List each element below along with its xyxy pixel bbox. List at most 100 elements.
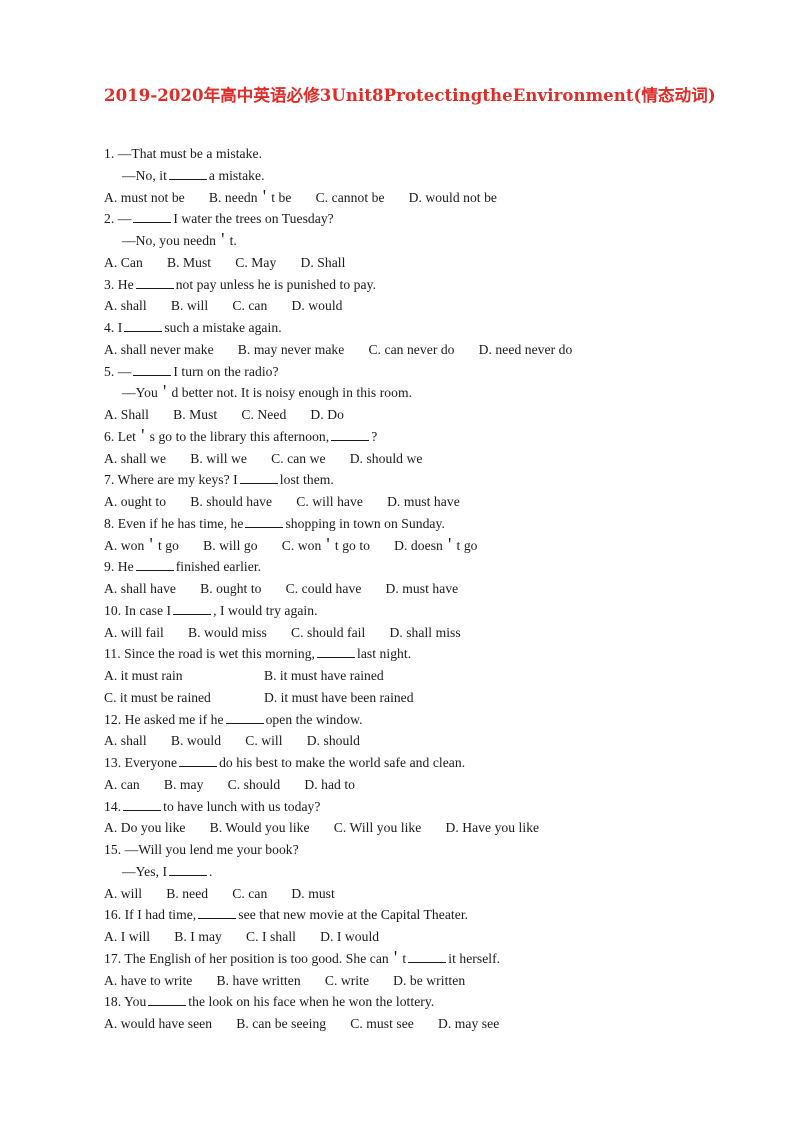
question-options[interactable]: A. won＇t go B. will go C. won＇t go to D.… [104,535,764,557]
stem-text-before-blank: 2. — [104,211,132,227]
question-options: A. it must rain B. it must have rained C… [104,665,764,709]
option-a[interactable]: A. it must rain [104,665,264,687]
question-options[interactable]: A. shall we B. will we C. can we D. shou… [104,448,764,470]
question-item: 14. to have lunch with us today? A. Do yo… [104,796,764,840]
question-stem: 6. Let＇s go to the library this afternoo… [104,426,764,448]
stem-text-before-blank: 8. Even if he has time, he [104,515,244,531]
stem-text-before-blank: —Yes, I [122,863,168,879]
stem-text-after-blank: lost them. [279,472,334,488]
stem-text-before-blank: 18. You [104,994,147,1010]
question-options[interactable]: A. Do you like B. Would you like C. Will… [104,817,764,839]
stem-text-after-blank: the look on his face when he won the lot… [188,994,435,1010]
answer-blank[interactable] [331,427,370,441]
answer-blank[interactable] [168,166,207,180]
question-item: 18. You the look on his face when he won … [104,991,764,1035]
question-options[interactable]: A. must not be B. needn＇t be C. cannot b… [104,187,764,209]
question-stem: 3. He not pay unless he is punished to pa… [104,274,764,296]
stem-text-before-blank: 14. [104,798,122,814]
question-options[interactable]: A. shall B. would C. will D. should [104,730,764,752]
question-stem: 1. —That must be a mistake. [104,146,263,161]
question-options[interactable]: A. shall B. will C. can D. would [104,295,764,317]
stem-text-after-blank: such a mistake again. [164,320,282,335]
stem-text-after-blank: finished earlier. [175,559,262,575]
question-list: 1. —That must be a mistake. —No, it a mis… [104,143,764,1035]
question-options[interactable]: A. will B. need C. can D. must [104,883,764,905]
question-options[interactable]: A. I will B. I may C. I shall D. I would [104,926,764,948]
stem-text-before-blank: 17. The English of her position is too g… [104,950,407,966]
option-d[interactable]: D. it must have been rained [264,687,414,709]
stem-text-before-blank: 9. He [104,559,134,575]
question-options[interactable]: A. shall never make B. may never make C.… [104,339,764,361]
document-page: 2019-2020年高中英语必修3Unit8ProtectingtheEnvir… [0,0,800,1132]
stem-text-after-blank: last night. [357,646,412,662]
stem-text-before-blank: 10. In case I [104,602,172,618]
stem-text-after-blank: see that new movie at the Capital Theate… [238,907,469,923]
stem-text-after-blank: I water the trees on Tuesday? [173,211,334,227]
question-item: 17. The English of her position is too g… [104,948,764,992]
question-options[interactable]: A. will fail B. would miss C. should fai… [104,622,764,644]
question-options[interactable]: A. Can B. Must C. May D. Shall [104,252,764,274]
answer-blank[interactable] [124,319,163,332]
question-options[interactable]: A. Shall B. Must C. Need D. Do [104,404,764,426]
question-item: 8. Even if he has time, he shopping in to… [104,513,764,557]
question-stem: 18. You the look on his face when he won … [104,991,764,1013]
question-item: 1. —That must be a mistake. —No, it a mis… [104,143,764,208]
question-item: 2. — I water the trees on Tuesday? —No, y… [104,208,764,273]
answer-blank[interactable] [135,558,174,572]
question-options[interactable]: A. have to write B. have written C. writ… [104,970,764,992]
question-stem: 2. — I water the trees on Tuesday? [104,208,764,230]
answer-blank[interactable] [133,210,172,224]
answer-blank[interactable] [135,275,174,289]
stem-text-after-blank: I turn on the radio? [173,363,279,379]
option-b[interactable]: B. it must have rained [264,665,384,687]
answer-blank[interactable] [179,754,218,767]
question-stem: 5. — I turn on the radio? [104,361,764,383]
question-stem: 4. I such a mistake again. [104,317,764,339]
answer-blank[interactable] [133,362,172,376]
question-stem-continuation: —No, it a mistake. [104,165,764,187]
option-row: C. it must be rained D. it must have bee… [104,687,764,709]
question-item: 9. He finished earlier. A. shall have B. … [104,556,764,600]
answer-blank[interactable] [408,949,447,963]
answer-blank[interactable] [123,797,162,811]
stem-text-before-blank: 16. If I had time, [104,907,197,923]
page-title: 2019-2020年高中英语必修3Unit8ProtectingtheEnvir… [104,86,716,105]
question-item: 5. — I turn on the radio? —You＇d better n… [104,361,764,426]
question-options[interactable]: A. would have seen B. can be seeing C. m… [104,1013,764,1035]
stem-text-after-blank: not pay unless he is punished to pay. [175,276,377,292]
question-options[interactable]: A. can B. may C. should D. had to [104,774,764,796]
answer-blank[interactable] [245,514,284,528]
stem-text-before-blank: —No, it [122,167,167,183]
question-item: 11. Since the road is wet this morning, l… [104,643,764,708]
answer-blank[interactable] [173,601,212,615]
answer-blank[interactable] [317,645,355,659]
question-options[interactable]: A. ought to B. should have C. will have … [104,491,764,513]
answer-blank[interactable] [169,862,208,876]
question-stem-continuation: —Yes, I. [104,861,764,883]
question-item: 13. Everyone do his best to make the worl… [104,752,764,796]
question-item: 4. I such a mistake again. A. shall never… [104,317,764,361]
stem-text-before-blank: 5. — [104,363,132,379]
answer-blank[interactable] [239,471,278,485]
stem-text-after-blank: a mistake. [208,167,265,183]
answer-blank[interactable] [225,710,264,724]
question-stem: 17. The English of her position is too g… [104,948,764,970]
question-stem: 11. Since the road is wet this morning, l… [104,643,764,665]
stem-text-before-blank: 3. He [104,276,134,292]
question-options[interactable]: A. shall have B. ought to C. could have … [104,578,764,600]
answer-blank[interactable] [198,906,237,920]
question-item: 3. He not pay unless he is punished to pa… [104,274,764,318]
question-stem: 9. He finished earlier. [104,556,764,578]
stem-text-before-blank: 7. Where are my keys? I [104,472,238,488]
answer-blank[interactable] [148,993,187,1007]
option-c[interactable]: C. it must be rained [104,687,264,709]
stem-text-before-blank: 13. Everyone [104,755,178,770]
question-stem: 10. In case I , I would try again. [104,600,764,622]
stem-text-after-blank: shopping in town on Sunday. [285,515,445,531]
stem-text-after-blank: to have lunch with us today? [163,798,321,814]
question-stem-continuation: —You＇d better not. It is noisy enough in… [122,385,413,401]
question-item: 15. —Will you lend me your book? —Yes, I… [104,839,764,904]
stem-text-after-blank: . [209,863,213,879]
question-stem: 16. If I had time, see that new movie at … [104,904,764,926]
question-stem-continuation: —No, you needn＇t. [122,233,237,248]
